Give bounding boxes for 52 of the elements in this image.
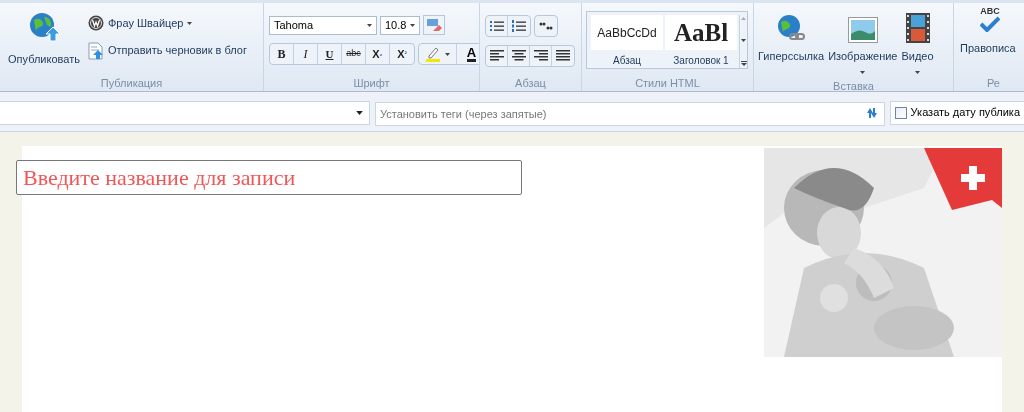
sup-button[interactable]: X$^{²}$: [390, 44, 414, 64]
checkmark-icon: [980, 16, 1000, 32]
strike-button[interactable]: abc: [342, 44, 366, 64]
caret-icon: [445, 52, 450, 56]
align-center-icon: [511, 50, 526, 62]
tags-field[interactable]: Установить теги (через запятые): [375, 101, 885, 126]
wordpress-icon: [87, 15, 104, 32]
document-upload-icon: [87, 41, 104, 60]
caret-icon: [915, 71, 921, 75]
group-label: Ре: [986, 76, 1001, 91]
underline-button[interactable]: U: [318, 44, 342, 64]
caret-icon: [367, 23, 372, 27]
highlighter-icon: [425, 46, 441, 62]
group-label: Стили HTML: [634, 76, 701, 91]
insert-image-button[interactable]: Изображение: [826, 11, 900, 78]
globe-link-icon: [776, 13, 807, 43]
italic-button[interactable]: I: [294, 44, 318, 64]
insert-link-button[interactable]: Гиперссылка: [756, 11, 827, 78]
font-size-field[interactable]: 10.8: [380, 15, 420, 35]
caret-icon: [860, 71, 866, 75]
quote-icon: [539, 20, 553, 32]
expand-gallery-icon: [740, 61, 747, 66]
justify-icon: [556, 50, 570, 62]
caret-icon: [741, 39, 746, 42]
align-right-icon: [533, 50, 548, 62]
publish-button[interactable]: Опубликовать: [4, 7, 84, 68]
draft-button[interactable]: Отправить черновик в блог: [87, 41, 247, 60]
font-field[interactable]: Tahoma: [269, 15, 377, 35]
numbered-list-icon: [512, 20, 526, 32]
scroll-up-icon: [741, 17, 746, 20]
clear-format-button[interactable]: [423, 15, 445, 35]
bullet-list-icon: [489, 20, 504, 32]
blog-selector[interactable]: Фрау Швайцер: [87, 15, 247, 32]
sync-arrows-icon: [865, 106, 879, 119]
align-left-icon: [489, 50, 504, 62]
globe-upload-icon: [27, 11, 60, 43]
group-label: Абзац: [514, 76, 547, 91]
film-strip-icon: [905, 13, 930, 43]
date-checkbox[interactable]: Указать дату публика: [890, 100, 1024, 125]
caret-icon: [187, 21, 193, 25]
landscape-image-icon: [847, 17, 878, 43]
group-label: Вставка: [832, 78, 875, 91]
caret-icon: [356, 110, 363, 115]
spelling-icon-text: ABC: [980, 7, 1000, 16]
spelling-button[interactable]: ABC Правописа: [960, 7, 1016, 57]
group-label: Публикация: [99, 76, 164, 91]
title-field[interactable]: Введите название для записи: [16, 160, 522, 195]
caret-icon: [410, 23, 415, 27]
bold-button[interactable]: B: [270, 44, 294, 64]
insert-video-button[interactable]: Видео: [899, 11, 936, 78]
group-label: Шрифт: [352, 76, 391, 91]
eraser-icon: [426, 18, 442, 32]
